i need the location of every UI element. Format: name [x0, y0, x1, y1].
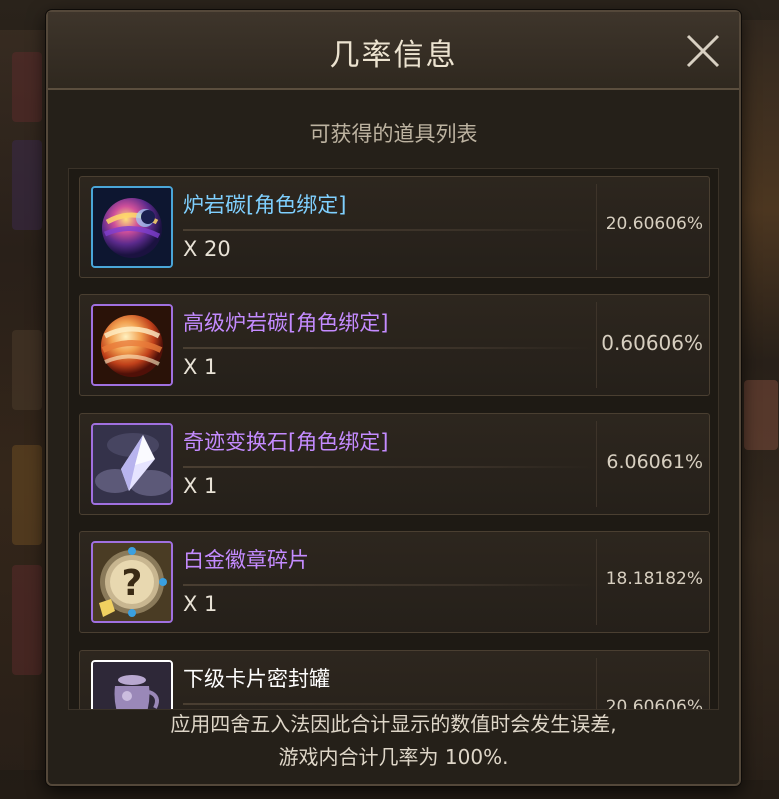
rounding-notice-line1: 应用四舍五入法因此合计显示的数值时会发生误差, [170, 712, 617, 736]
item-probability: 18.18182% [605, 569, 703, 589]
background-thumbnail [12, 445, 42, 545]
row-divider [183, 347, 593, 349]
item-row[interactable]: 奇迹变换石[角色绑定] X 1 6.06061% [79, 413, 710, 515]
row-divider [183, 466, 593, 468]
close-icon [686, 34, 720, 68]
rounding-notice: 应用四舍五入法因此合计显示的数值时会发生误差, 游戏内合计几率为 100%. [48, 708, 739, 774]
miracle-crystal-icon [91, 423, 173, 505]
item-name: 高级炉岩碳[角色绑定] [183, 311, 389, 335]
item-name: 下级卡片密封罐 [183, 667, 330, 691]
item-probability: 0.60606% [601, 331, 703, 355]
close-button[interactable] [681, 29, 725, 73]
item-name: 炉岩碳[角色绑定] [183, 193, 347, 217]
item-name: 白金徽章碎片 [183, 548, 309, 572]
item-quantity: X 20 [183, 237, 231, 261]
item-list-subtitle: 可获得的道具列表 [309, 122, 478, 146]
row-divider [183, 584, 593, 586]
item-row[interactable]: ? 白金徽章碎片 X 1 18.18182% [79, 531, 710, 633]
dialog-header: 几率信息 [48, 12, 739, 90]
platinum-emblem-fragment-icon: ? [91, 541, 173, 623]
probability-info-dialog: 几率信息 可获得的道具列表 炉岩碳[角色绑定] X 20 20.60606% 高… [46, 10, 741, 786]
advanced-lava-carbon-orb-icon [91, 304, 173, 386]
item-name: 奇迹变换石[角色绑定] [183, 430, 389, 454]
item-row[interactable]: 高级炉岩碳[角色绑定] X 1 0.60606% [79, 294, 710, 396]
item-probability: 20.60606% [605, 214, 703, 234]
row-divider [183, 703, 593, 705]
svg-text:?: ? [122, 563, 143, 604]
background-thumbnail [12, 330, 42, 410]
background-thumbnail [12, 140, 42, 230]
rounding-notice-line2: 游戏内合计几率为 100%. [278, 745, 509, 769]
item-quantity: X 1 [183, 355, 218, 379]
item-probability: 6.06061% [606, 451, 703, 473]
background-thumbnail [12, 565, 42, 675]
item-quantity: X 1 [183, 592, 218, 616]
lava-carbon-orb-icon [91, 186, 173, 268]
card-sealed-jar-icon [91, 660, 173, 709]
background-thumbnail [744, 380, 778, 450]
row-divider [183, 229, 593, 231]
background-thumbnail [12, 52, 42, 122]
item-list[interactable]: 炉岩碳[角色绑定] X 20 20.60606% 高级炉岩碳[角色绑定] X 1… [68, 168, 719, 710]
dialog-title: 几率信息 [329, 38, 458, 73]
item-quantity: X 1 [183, 474, 218, 498]
item-row[interactable]: 炉岩碳[角色绑定] X 20 20.60606% [79, 176, 710, 278]
item-row[interactable]: 下级卡片密封罐 20.60606% [79, 650, 710, 709]
